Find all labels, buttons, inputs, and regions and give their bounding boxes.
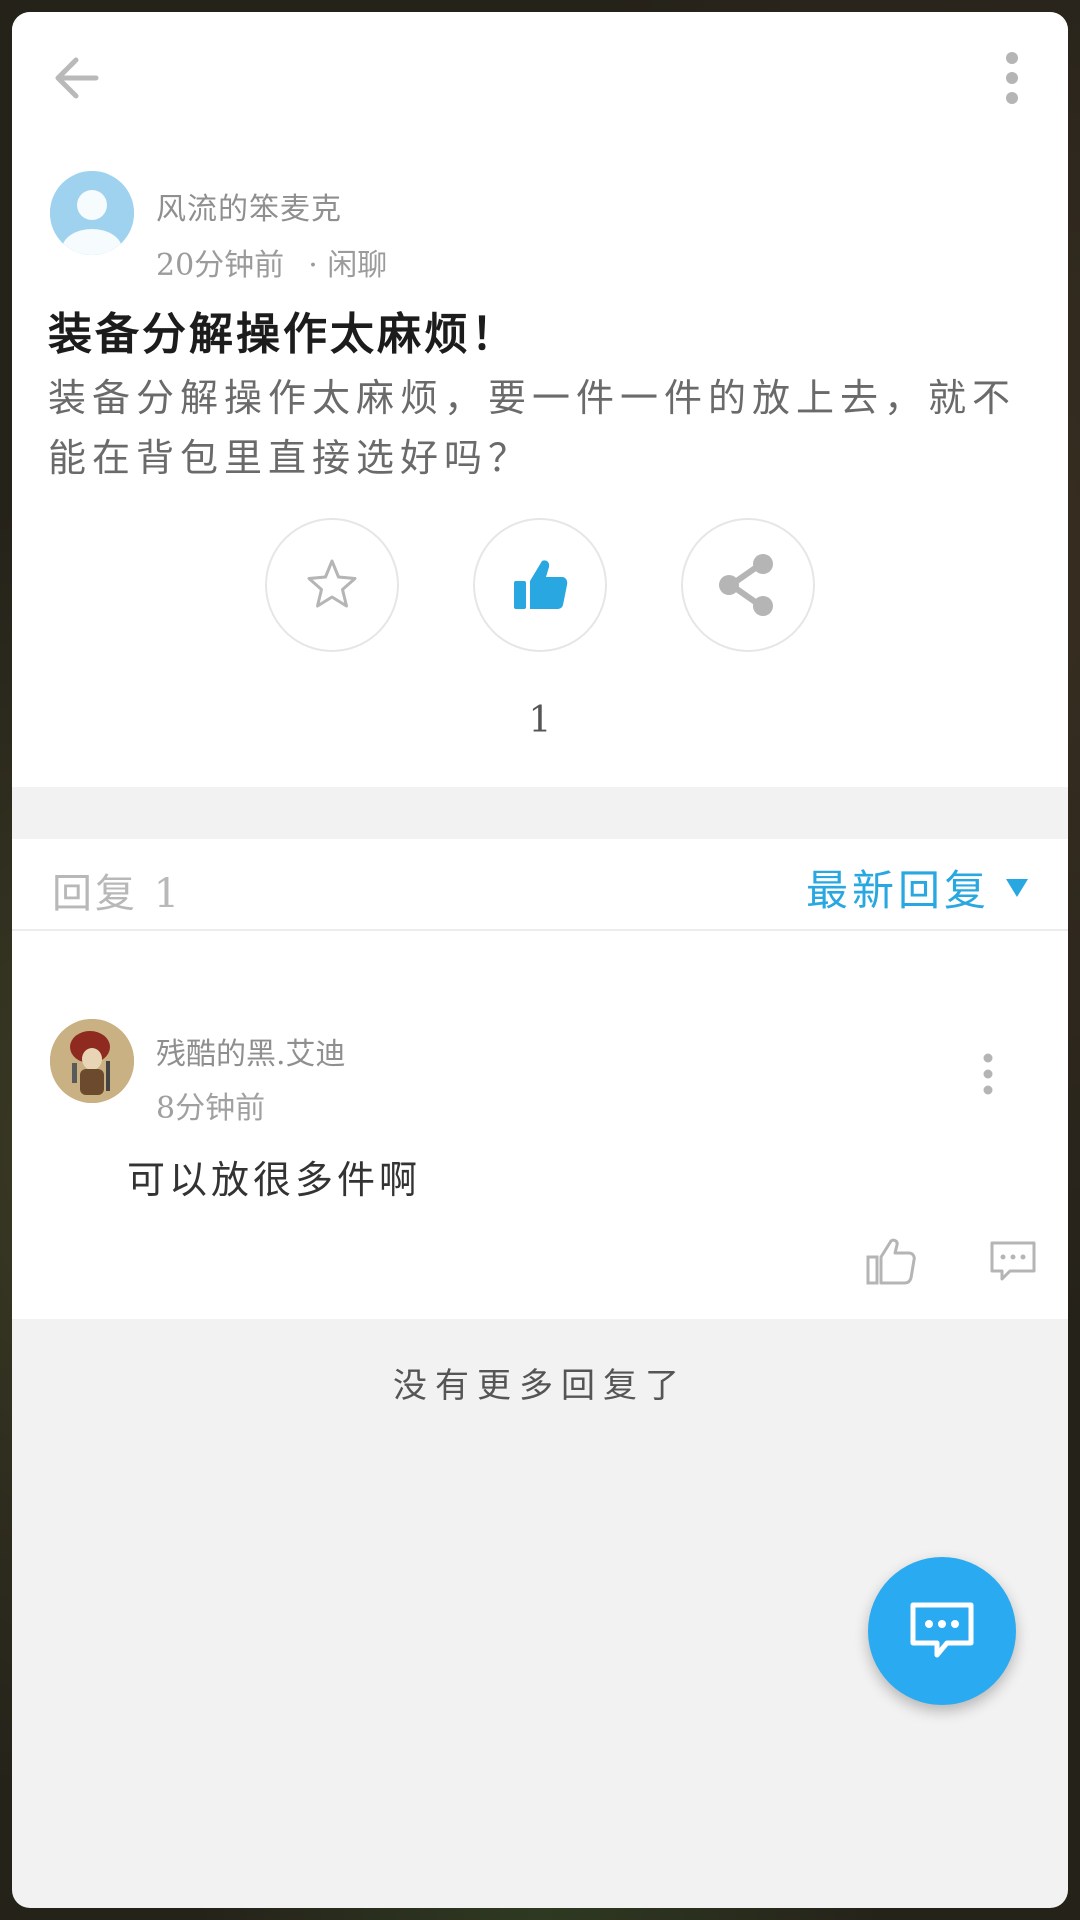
no-more-replies: 没有更多回复了 — [393, 1366, 687, 1406]
favorite-button[interactable] — [265, 518, 399, 652]
share-button[interactable] — [681, 518, 815, 652]
arrow-left-icon — [55, 57, 99, 99]
reply-more-button[interactable] — [978, 1049, 998, 1099]
write-reply-button[interactable] — [868, 1557, 1016, 1705]
like-count: 1 — [528, 700, 552, 741]
reply-count: 回复 1 — [52, 871, 183, 917]
sort-label: 最新回复 — [805, 866, 990, 915]
author-avatar[interactable] — [50, 171, 134, 255]
back-button[interactable] — [48, 48, 108, 108]
post-body: 装备分解操作太麻烦，要一件一件的放上去，就不能在背包里直接选好吗？ — [48, 376, 1017, 480]
reply-header: 回复 1 最新回复 — [12, 839, 1068, 931]
post-time: 20分钟前 — [156, 248, 285, 283]
post-title: 装备分解操作太麻烦！ — [48, 309, 518, 360]
section-divider — [12, 787, 1068, 839]
reply-item: 残酷的黑.艾迪 8分钟前 可以放很多件啊 — [12, 931, 1068, 1319]
more-vertical-icon — [1006, 52, 1018, 104]
thumbs-up-icon — [514, 560, 568, 609]
reply-text: 可以放很多件啊 — [127, 1158, 422, 1202]
reply-comment-button[interactable] — [988, 1237, 1038, 1287]
thumbs-up-outline-icon — [866, 1238, 916, 1285]
reply-like-button[interactable] — [864, 1233, 920, 1289]
comment-icon — [990, 1241, 1036, 1281]
post-category[interactable]: · 闲聊 — [308, 240, 387, 284]
like-button[interactable] — [473, 518, 607, 652]
post-detail-card: 风流的笨麦克 20分钟前 · 闲聊 装备分解操作太麻烦！ 装备分解操作太麻烦，要… — [12, 12, 1068, 1908]
caret-down-icon — [1006, 878, 1028, 897]
comment-icon — [910, 1602, 974, 1658]
reply-author-name[interactable]: 残酷的黑.艾迪 — [156, 1029, 346, 1073]
share-icon — [719, 554, 773, 616]
user-placeholder-icon — [50, 171, 134, 255]
reply-avatar[interactable] — [50, 1019, 134, 1103]
sort-dropdown[interactable]: 最新回复 — [806, 857, 1028, 918]
author-name[interactable]: 风流的笨麦克 — [156, 184, 342, 228]
more-options-button[interactable] — [992, 48, 1032, 108]
post-meta: 20分钟前 · 闲聊 — [156, 240, 387, 284]
more-vertical-icon — [983, 1053, 993, 1095]
star-icon — [307, 559, 357, 608]
post-section: 风流的笨麦克 20分钟前 · 闲聊 装备分解操作太麻烦！ 装备分解操作太麻烦，要… — [12, 12, 1068, 787]
reply-time: 8分钟前 — [156, 1091, 266, 1126]
character-avatar-icon — [50, 1019, 134, 1103]
